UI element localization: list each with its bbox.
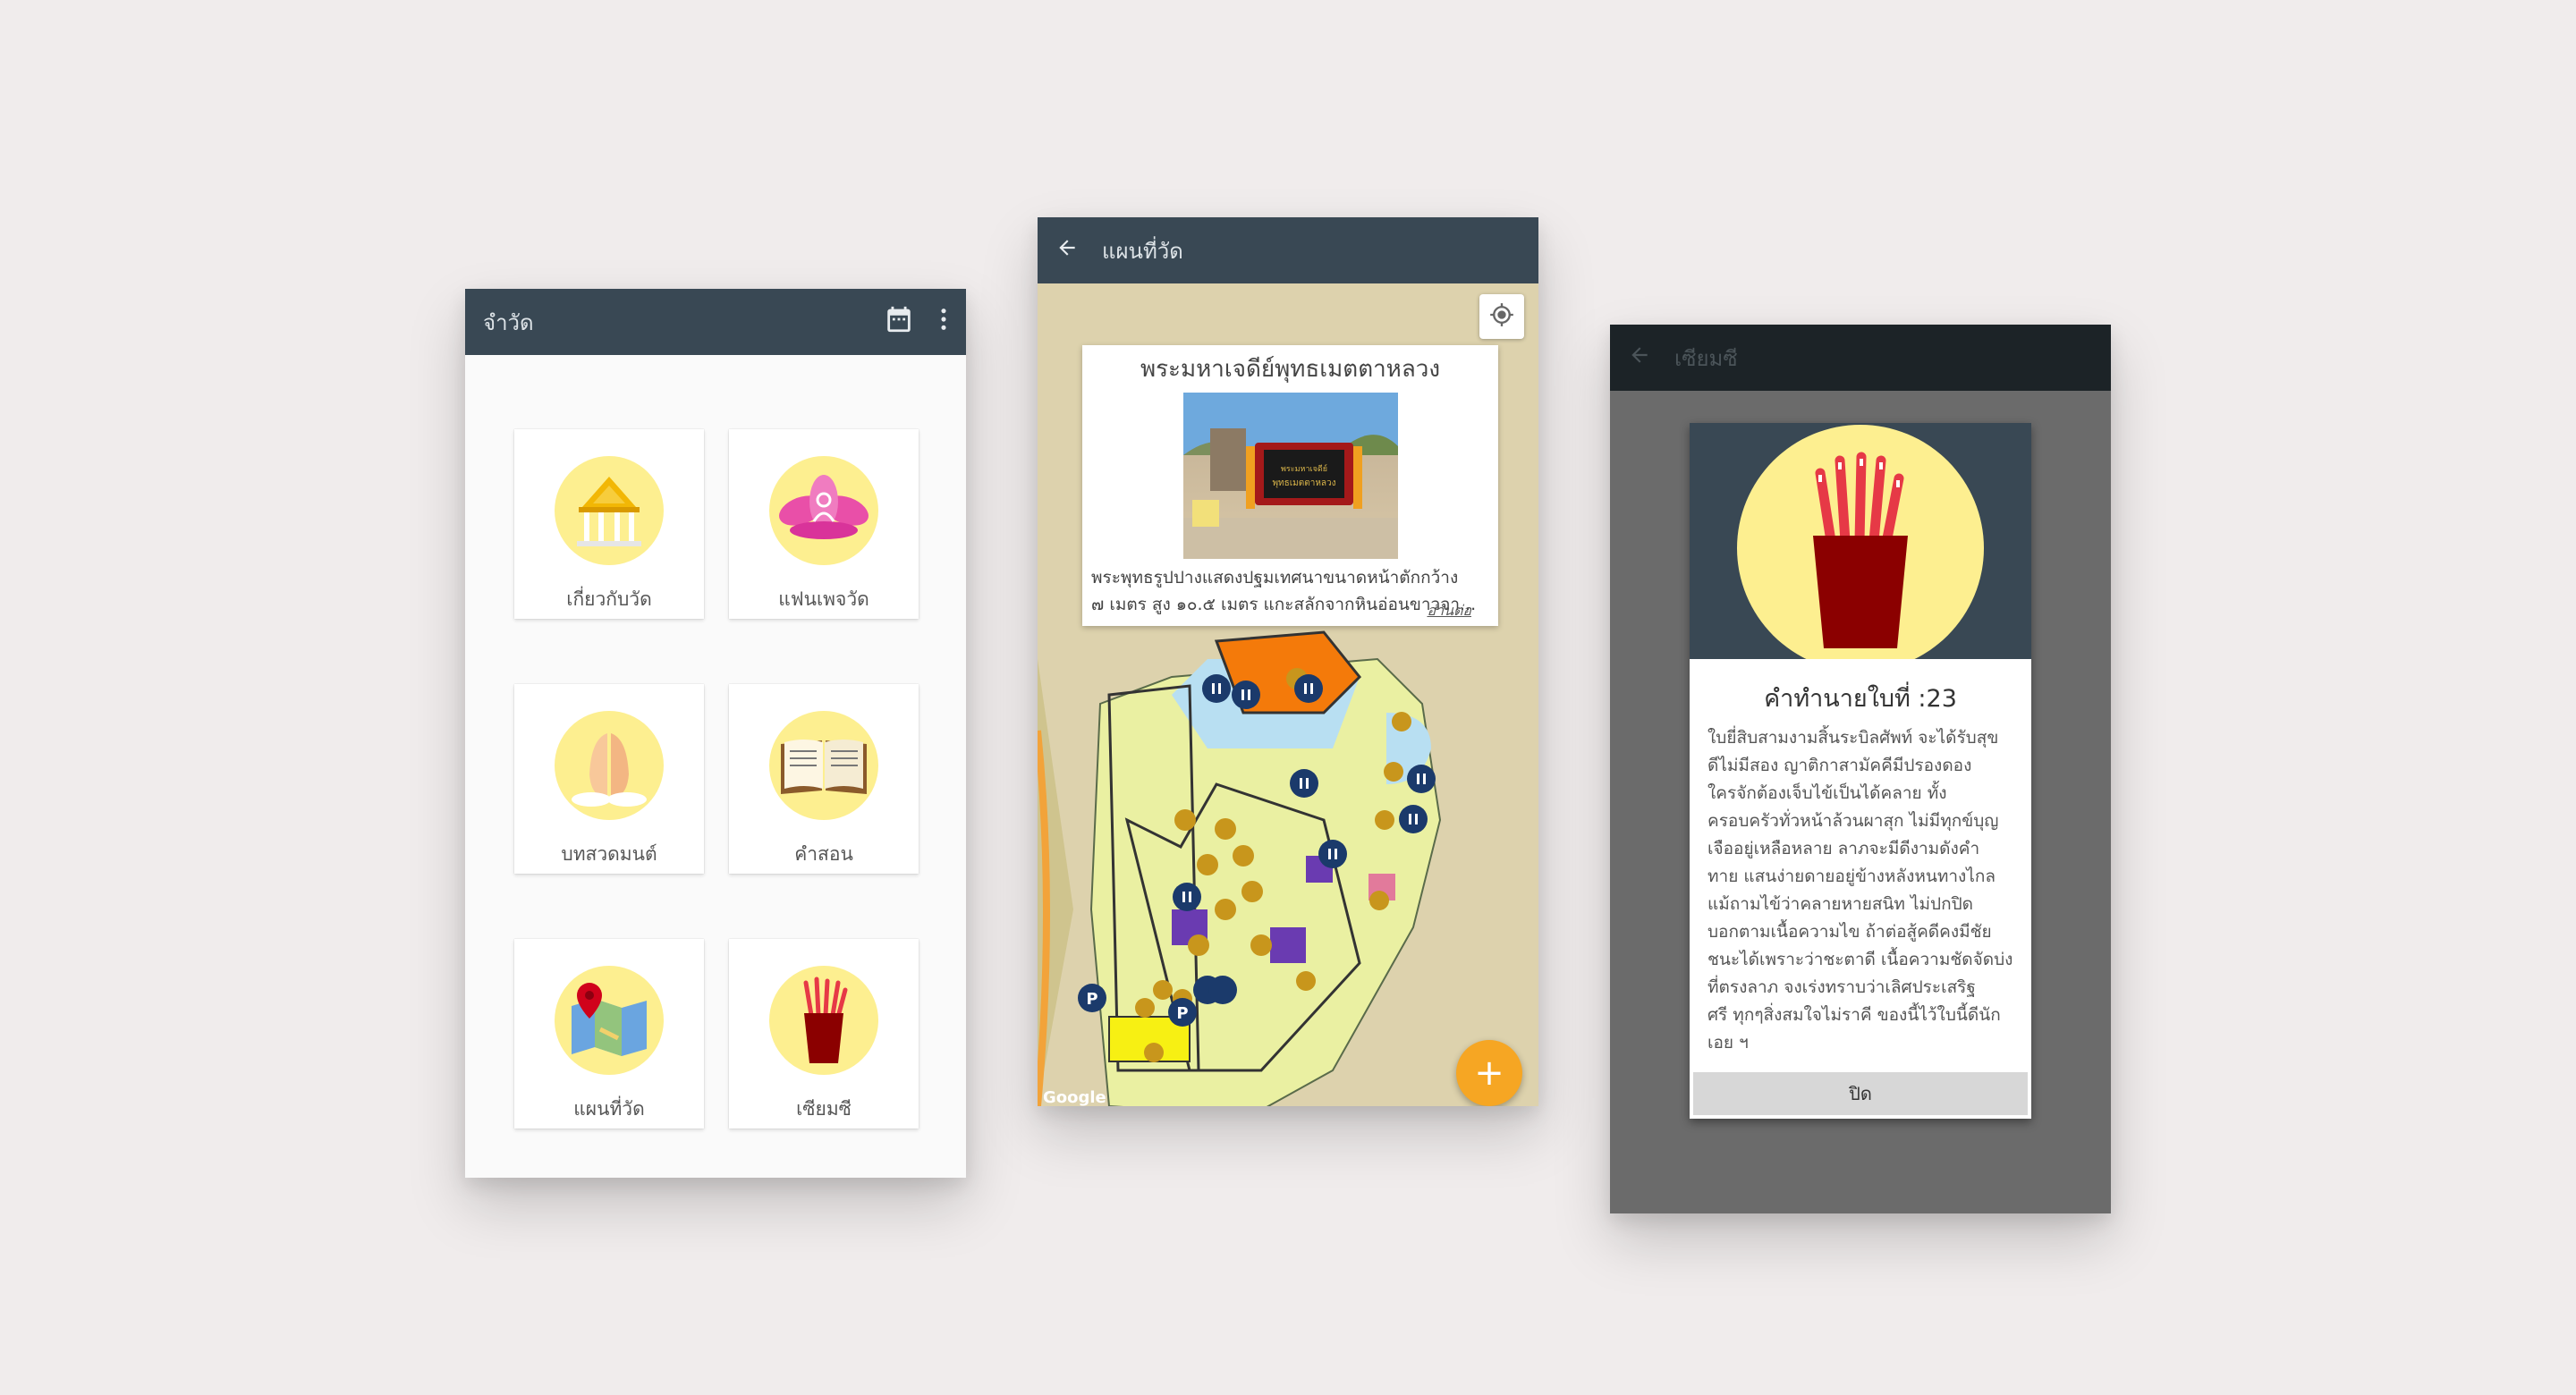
fortune-line: ชนะได้เพราะว่าชะตาดี เนื้อความชัดจัดบ่ง bbox=[1707, 950, 2013, 969]
more-vert-icon[interactable] bbox=[939, 307, 948, 337]
fortune-line: ศรี ทุกๆสิ่งสมใจไม่ราคี ของนี้ไว้ใบนี้ดี… bbox=[1707, 1005, 2001, 1025]
app-title: เซียมซี bbox=[1674, 345, 1738, 371]
home-screen: จำวัด เกี่ยวกับวัด แฟนเพจวัด บทสวดมนต์ ค… bbox=[465, 289, 966, 1178]
svg-text:P: P bbox=[1176, 1004, 1188, 1023]
back-arrow-icon[interactable] bbox=[1628, 343, 1651, 372]
fortune-result-title: คำทำนายใบที่ :23 bbox=[1764, 685, 1957, 713]
app-title: แผนที่วัด bbox=[1102, 238, 1183, 264]
fortune-line: ใบยี่สิบสามงามสิ้นระบิลศัพท์ จะได้รับสุข bbox=[1707, 728, 1999, 748]
fortune-hero bbox=[1690, 423, 2031, 659]
temple-icon bbox=[555, 456, 664, 565]
app-title: จำวัด bbox=[483, 309, 534, 335]
svg-text:P: P bbox=[1086, 990, 1097, 1009]
gps-target-icon bbox=[1489, 302, 1514, 331]
back-arrow-icon[interactable] bbox=[1055, 236, 1079, 265]
menu-card-fanpage[interactable]: แฟนเพจวัด bbox=[729, 429, 919, 619]
menu-label: แผนที่วัด bbox=[573, 1098, 645, 1120]
fortune-line: เจืออยู่เหลือหลาย ลาภจะมีดีงามดังคำ bbox=[1707, 839, 1980, 858]
place-title: พระมหาเจดีย์พุทธเมตตาหลวง bbox=[1140, 356, 1441, 383]
fortune-screen: เซียมซี คำทำนายใบที่:23 ใบยี่สิบสามงามส… bbox=[1610, 325, 2111, 1213]
close-button[interactable]: ปิด bbox=[1693, 1072, 2028, 1115]
map-screen: แผนที่วัด P P Google พระมหาเจดีย์พุทธเมต… bbox=[1038, 217, 1538, 1106]
add-fab[interactable]: + bbox=[1456, 1040, 1522, 1106]
fortune-line: แม้ถามไข้ว่าคลายหายสนิท ไม่ปกปิด bbox=[1707, 894, 1974, 914]
praying-hands-icon bbox=[555, 711, 664, 820]
fortune-line: ที่ตรงลาภ จงเร่งทราบว่าเลิศประเสริฐ bbox=[1707, 977, 1976, 997]
menu-label: คำสอน bbox=[794, 843, 853, 865]
app-bar: แผนที่วัด bbox=[1038, 217, 1538, 283]
fortune-line: เอย ฯ bbox=[1707, 1033, 1749, 1053]
svg-text:พุทธเมตตาหลวง: พุทธเมตตาหลวง bbox=[1272, 478, 1335, 488]
fortune-line: ครอบครัวทั่วหน้าล้วนผาสุก ไม่มีทุกข์บุญ bbox=[1707, 811, 1999, 831]
fortune-line: ทาย แสนง่ายดายอยู่ข้างหลังหนทางไกล bbox=[1707, 867, 1996, 886]
fortune-line: ใครจักต้องเจ็บไข้เป็นได้คลาย ทั้ง bbox=[1707, 783, 1947, 803]
place-info-card[interactable]: พระมหาเจดีย์พุทธเมตตาหลวง พระมหาเจดีย์ พ… bbox=[1082, 345, 1498, 626]
fortune-text: ใบยี่สิบสามงามสิ้นระบิลศัพท์ จะได้รับสุข… bbox=[1690, 717, 2031, 1057]
map-icon bbox=[555, 966, 664, 1075]
calendar-icon[interactable] bbox=[884, 304, 914, 340]
place-desc-line1: พระพุทธรูปปางแสดงปฐมเทศนาขนาดหน้าตักกว้า… bbox=[1091, 568, 1459, 588]
menu-card-about[interactable]: เกี่ยวกับวัด bbox=[514, 429, 704, 619]
app-bar: เซียมซี bbox=[1610, 325, 2111, 391]
app-bar: จำวัด bbox=[465, 289, 966, 355]
menu-card-teaching[interactable]: คำสอน bbox=[729, 684, 919, 874]
menu-grid: เกี่ยวกับวัด แฟนเพจวัด บทสวดมนต์ คำสอน แ… bbox=[465, 355, 966, 1178]
menu-card-chant[interactable]: บทสวดมนต์ bbox=[514, 684, 704, 874]
fortune-line: บอกตามเนื้อความไข ถ้าต่อสู้คดีคงมีชัย bbox=[1707, 922, 1992, 942]
menu-label: เกี่ยวกับวัด bbox=[566, 588, 652, 610]
fortune-dialog: คำทำนายใบที่ :23 ใบยี่สิบสามงามสิ้นระบิล… bbox=[1690, 423, 2031, 1119]
menu-card-map[interactable]: แผนที่วัด bbox=[514, 939, 704, 1129]
svg-text:พระมหาเจดีย์: พระมหาเจดีย์ bbox=[1281, 463, 1327, 474]
place-photo: พระมหาเจดีย์ พุทธเมตตาหลวง bbox=[1182, 393, 1398, 559]
fortune-sticks-icon bbox=[769, 966, 878, 1075]
read-more-link[interactable]: อ่านต่อ bbox=[1427, 600, 1471, 622]
lotus-icon bbox=[769, 456, 878, 565]
menu-label: แฟนเพจวัด bbox=[778, 588, 869, 610]
menu-label: เซียมซี bbox=[796, 1098, 852, 1120]
my-location-button[interactable] bbox=[1479, 294, 1524, 339]
menu-label: บทสวดมนต์ bbox=[561, 843, 657, 865]
fortune-line: ดีไม่มีสอง ญาติกาสามัคคีมีปรองดอง bbox=[1707, 756, 1972, 775]
map-attribution: Google bbox=[1043, 1088, 1106, 1106]
book-icon bbox=[769, 711, 878, 820]
fortune-sticks-icon bbox=[1737, 425, 1984, 659]
menu-card-fortune[interactable]: เซียมซี bbox=[729, 939, 919, 1129]
